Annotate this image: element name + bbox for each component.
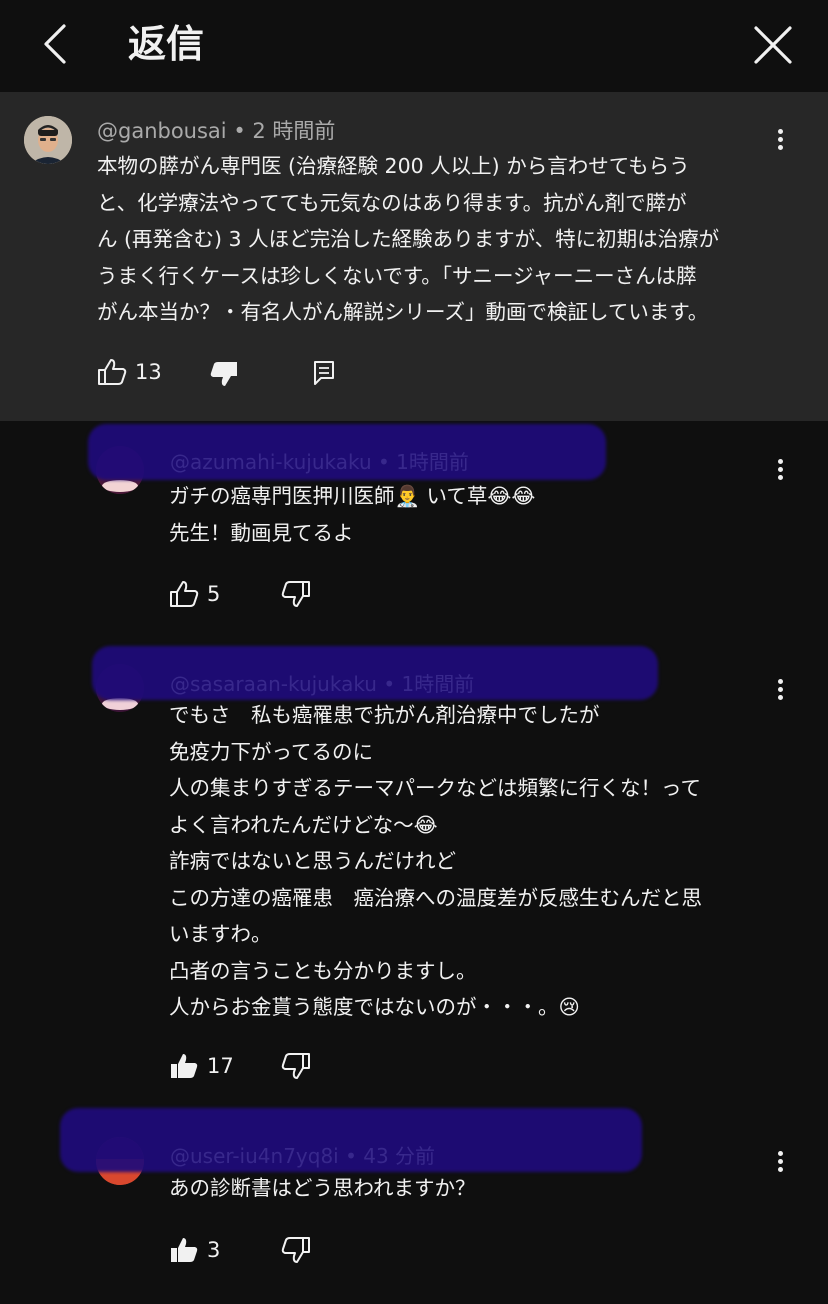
redacted-author: @azumahi-kujukaku [170, 450, 372, 474]
comment-author[interactable]: @ganbousai [97, 119, 227, 143]
like-count: 5 [207, 582, 221, 606]
reply-line: 詐病ではないと思うんだけれど [169, 849, 456, 873]
like-button[interactable]: 17 [169, 1052, 234, 1080]
comment-time: 2 時間前 [252, 119, 336, 143]
like-button[interactable]: 5 [169, 580, 220, 608]
more-vertical-icon [777, 459, 783, 464]
reply-time: 1時間前 [396, 450, 469, 474]
more-vertical-icon [777, 129, 783, 134]
dislike-button[interactable] [281, 1052, 311, 1080]
reply-text: でもさ 私も癌罹患で抗がん剤治療中でしたが 免疫力下がってるのに 人の集まりすぎ… [169, 697, 702, 1026]
parent-comment: @ganbousai • 2 時間前 本物の膵がん専門医 (治療経験 200 人… [0, 92, 828, 421]
reply-line: この方達の癌罹患 癌治療への温度差が反感生むんだと思 [169, 885, 702, 910]
thumbs-up-icon [171, 1238, 198, 1262]
comment-text: 本物の膵がん専門医 (治療経験 200 人以上) から言わせてもらう と、化学療… [97, 148, 719, 331]
reply-line: 凸者の言うことも分かりますし。 [169, 958, 477, 983]
comment-line: 本物の膵がん専門医 (治療経験 200 人以上) から言わせてもらう [97, 154, 690, 178]
page-title: 返信 [128, 22, 205, 66]
dislike-button[interactable] [209, 360, 239, 388]
comment-icon [314, 361, 334, 385]
reply-line: 人からお金貰う態度ではないのが・・・。😢 [169, 995, 580, 1019]
reply-line: いますわ。 [169, 922, 272, 946]
comment-line: ん (再発含む) 3 人ほど完治した経験ありますが、特に初期は治療が [97, 227, 720, 251]
reply-text: あの診断書はどう思われますか？ [169, 1170, 475, 1207]
top-bar: 返信 [0, 0, 828, 92]
like-button[interactable]: 3 [169, 1236, 220, 1264]
more-options-button[interactable] [770, 126, 790, 156]
thumbs-down-icon [281, 1237, 310, 1263]
close-button[interactable] [752, 24, 794, 66]
reply-line: よく言われたんだけどな〜😂 [169, 812, 438, 837]
dislike-button[interactable] [281, 580, 311, 608]
thumbs-down-icon [210, 362, 237, 386]
comment-line: と、化学療法やってても元気なのはあり得ます。抗がん剤で膵が [97, 190, 687, 215]
like-count: 17 [207, 1054, 234, 1078]
reply-button[interactable] [313, 360, 335, 386]
reply-time: 1時間前 [401, 672, 475, 696]
person-photo-icon [24, 116, 72, 164]
like-count: 13 [135, 360, 162, 384]
like-button[interactable]: 13 [97, 358, 162, 386]
more-vertical-icon [777, 679, 783, 684]
reply-line: ガチの癌専門医押川医師👨‍⚕️ いて草😂😂 [169, 484, 536, 508]
more-options-button[interactable] [770, 1148, 790, 1178]
reply-line: 先生！動画見てるよ [169, 520, 354, 545]
more-vertical-icon [777, 1151, 783, 1156]
thumbs-up-icon [98, 359, 127, 385]
close-icon [754, 26, 792, 64]
thumbs-down-icon [281, 1053, 310, 1079]
redacted-author: @user-iu4n7yq8i [170, 1144, 339, 1168]
dislike-button[interactable] [281, 1236, 311, 1264]
comment-line: がん本当か？・有名人がん解説シリーズ」動画で検証しています。 [97, 300, 709, 324]
chevron-left-icon [44, 24, 66, 64]
thumbs-up-icon [170, 581, 199, 607]
reply-text: ガチの癌専門医押川医師👨‍⚕️ いて草😂😂 先生！動画見てるよ [169, 478, 535, 551]
back-button[interactable] [38, 22, 78, 66]
thumbs-up-icon [171, 1054, 198, 1078]
thumbs-down-icon [281, 581, 310, 607]
more-options-button[interactable] [770, 676, 790, 706]
reply-line: 免疫力下がってるのに [169, 739, 373, 764]
redacted-author: @sasaraan-kujukaku [170, 672, 377, 696]
more-options-button[interactable] [770, 456, 790, 486]
avatar[interactable] [24, 116, 72, 164]
reply-line: でもさ 私も癌罹患で抗がん剤治療中でしたが [169, 703, 600, 727]
reply-line: 人の集まりすぎるテーマパークなどは頻繁に行くな！って [169, 776, 701, 800]
reply-line: あの診断書はどう思われますか？ [169, 1176, 476, 1200]
like-count: 3 [207, 1238, 221, 1262]
reply-time: 43 分前 [363, 1144, 436, 1168]
comment-line: うまく行くケースは珍しくないです。「サニージャーニーさんは膵 [97, 263, 697, 288]
